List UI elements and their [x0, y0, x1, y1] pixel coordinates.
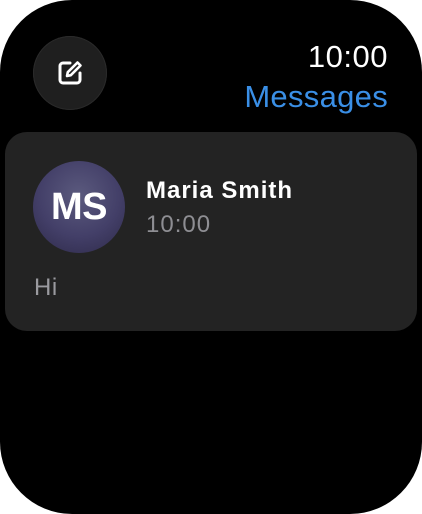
contact-name: Maria Smith — [146, 177, 294, 204]
conversation-item[interactable]: MS Maria Smith 10:00 Hi — [5, 132, 417, 331]
message-preview: Hi — [34, 274, 58, 301]
message-time: 10:00 — [146, 211, 212, 238]
page-title: Messages — [244, 79, 388, 114]
compose-button[interactable] — [33, 36, 107, 110]
watch-screen: 10:00 Messages MS Maria Smith 10:00 Hi — [0, 0, 422, 514]
avatar: MS — [33, 161, 125, 253]
clock: 10:00 — [307, 39, 388, 74]
compose-icon — [58, 61, 82, 85]
